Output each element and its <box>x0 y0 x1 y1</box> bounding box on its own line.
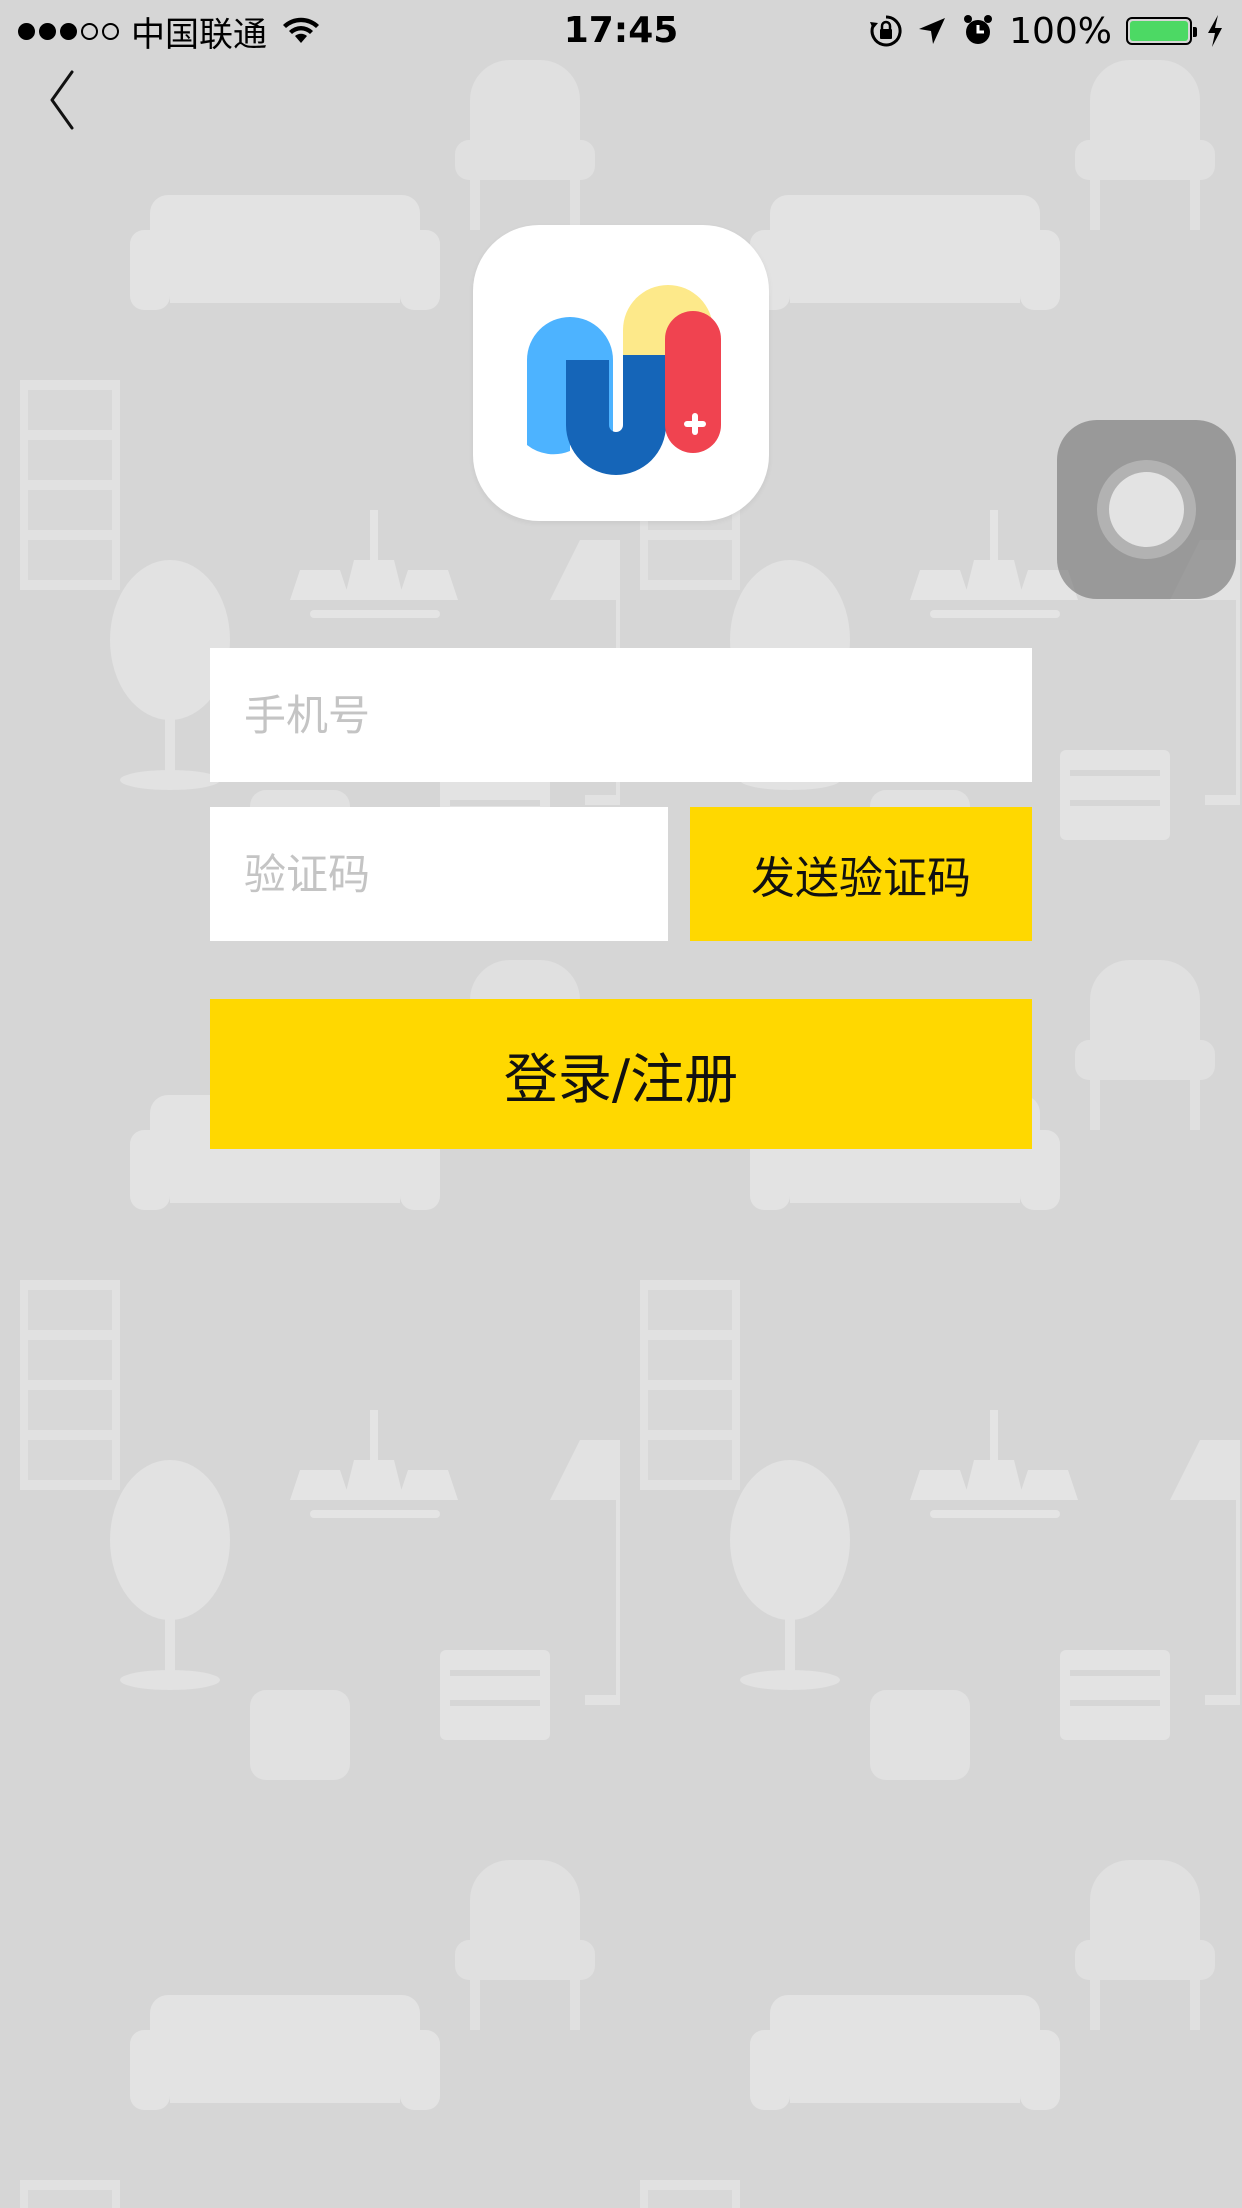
orientation-lock-icon <box>870 15 902 47</box>
status-bar-right: 100% <box>869 8 1224 54</box>
app-logo <box>473 225 769 521</box>
verification-code-input[interactable] <box>210 807 668 941</box>
phone-number-input[interactable] <box>210 648 1032 782</box>
charging-icon <box>1208 15 1222 47</box>
battery-fill <box>1130 21 1188 41</box>
app-logo-icon <box>527 285 721 475</box>
login-register-button[interactable]: 登录/注册 <box>210 999 1032 1149</box>
battery-percentage: 100% <box>1009 10 1112 52</box>
status-bar: 中国联通 17:45 100% <box>0 0 1242 62</box>
assistive-touch-button[interactable] <box>1057 420 1236 599</box>
alarm-icon <box>964 15 993 44</box>
battery-cap <box>1193 27 1197 37</box>
chevron-left-icon <box>50 70 74 130</box>
location-icon <box>919 18 946 44</box>
battery-icon <box>1126 17 1197 45</box>
back-button[interactable] <box>36 60 96 140</box>
send-verification-code-button[interactable]: 发送验证码 <box>690 807 1032 941</box>
assistive-touch-core <box>1109 472 1184 547</box>
